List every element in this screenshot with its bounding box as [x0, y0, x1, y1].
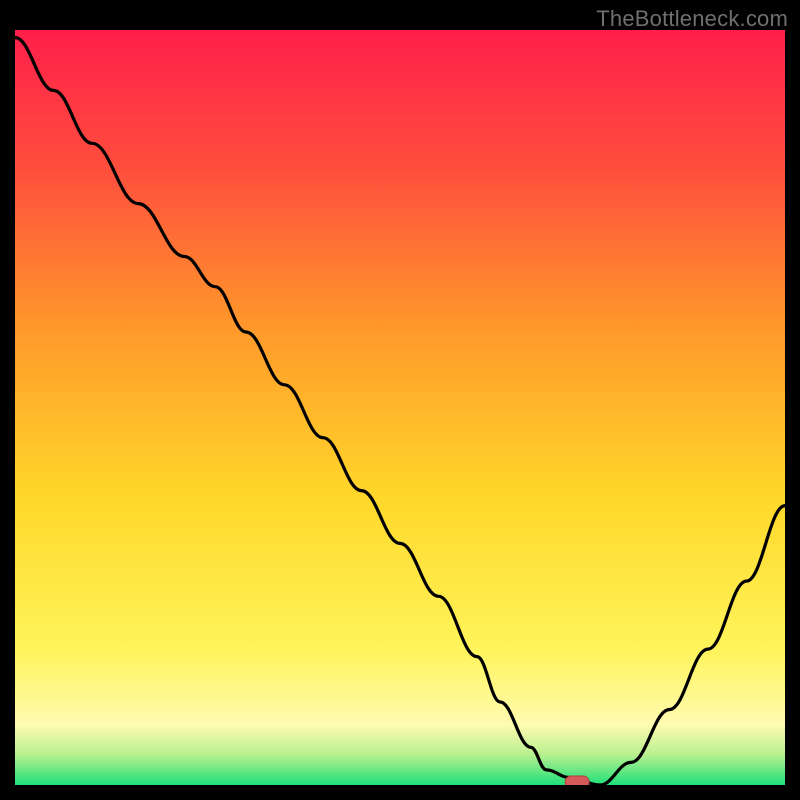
- chart-frame: TheBottleneck.com: [0, 0, 800, 800]
- optimum-marker: [565, 776, 589, 785]
- plot-area: [15, 30, 785, 785]
- gradient-background: [15, 30, 785, 785]
- watermark-text: TheBottleneck.com: [596, 6, 788, 32]
- chart-svg: [15, 30, 785, 785]
